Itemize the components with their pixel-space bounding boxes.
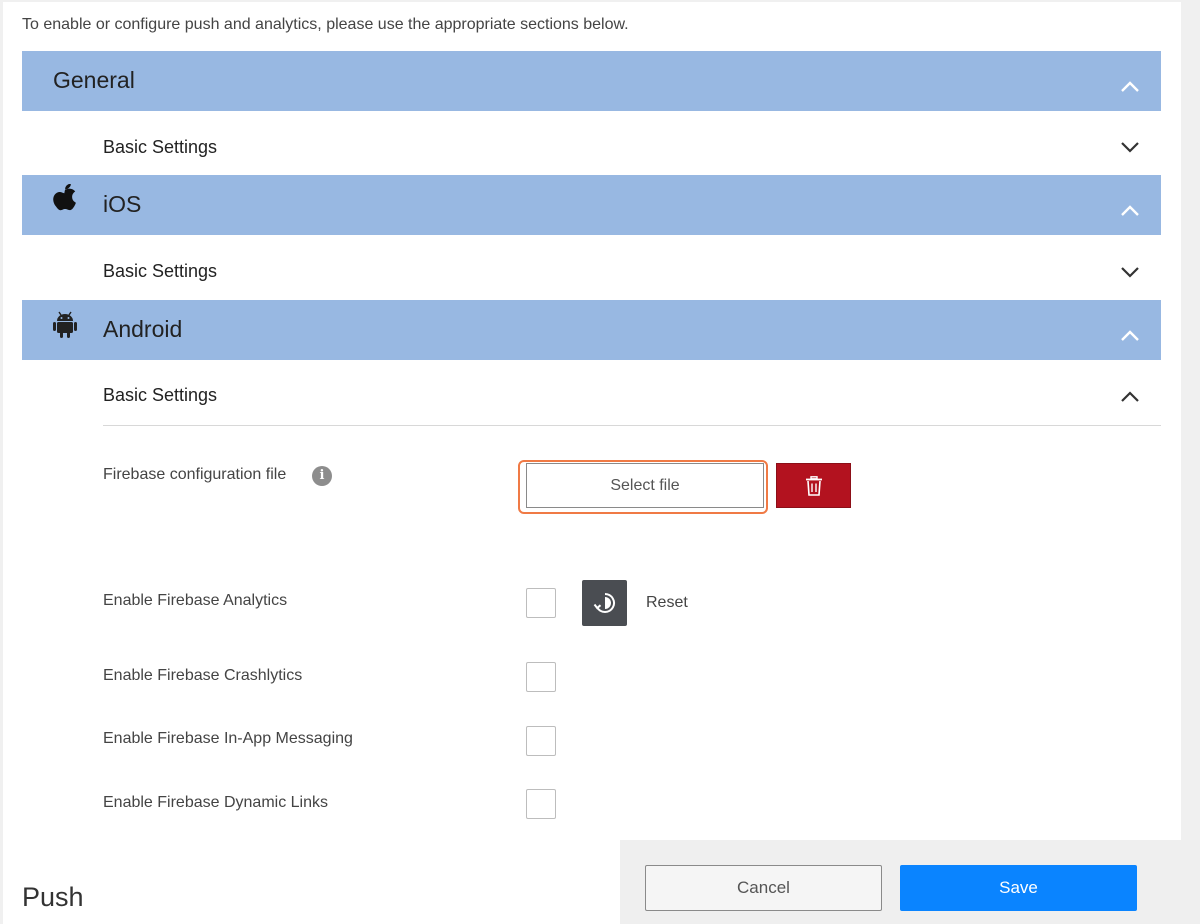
section-title-general: General xyxy=(53,67,135,93)
crashlytics-checkbox[interactable] xyxy=(526,662,556,692)
chevron-down-icon[interactable] xyxy=(1120,266,1140,278)
analytics-checkbox[interactable] xyxy=(526,588,556,618)
intro-text: To enable or configure push and analytic… xyxy=(22,16,629,33)
sub-row-label: Basic Settings xyxy=(103,261,218,281)
chevron-up-icon[interactable] xyxy=(1120,391,1140,403)
inapp-messaging-label: Enable Firebase In-App Messaging xyxy=(103,730,353,747)
android-icon xyxy=(53,311,77,338)
divider xyxy=(103,425,1161,426)
reset-icon xyxy=(593,593,615,613)
section-title-android: Android xyxy=(103,316,183,342)
dynamic-links-checkbox[interactable] xyxy=(526,789,556,819)
analytics-label: Enable Firebase Analytics xyxy=(103,592,288,609)
section-header-ios[interactable]: iOS xyxy=(22,175,1161,235)
apple-icon xyxy=(53,184,76,211)
crashlytics-label: Enable Firebase Crashlytics xyxy=(103,667,303,684)
section-title-ios: iOS xyxy=(103,191,142,217)
sub-row-android-basic-settings[interactable]: Basic Settings xyxy=(103,362,1161,422)
reset-button[interactable] xyxy=(582,580,627,626)
dynamic-links-label: Enable Firebase Dynamic Links xyxy=(103,794,328,811)
info-icon[interactable]: i xyxy=(312,466,332,486)
section-header-android[interactable]: Android xyxy=(22,300,1161,360)
trash-icon xyxy=(805,475,822,496)
select-file-button[interactable]: Select file xyxy=(526,463,764,508)
chevron-down-icon[interactable] xyxy=(1120,141,1140,153)
sub-row-general-basic-settings[interactable]: Basic Settings xyxy=(103,114,1161,174)
chevron-up-icon[interactable] xyxy=(1120,81,1140,93)
chevron-up-icon[interactable] xyxy=(1120,330,1140,342)
delete-file-button[interactable] xyxy=(776,463,851,508)
sub-row-label: Basic Settings xyxy=(103,385,218,405)
reset-label[interactable]: Reset xyxy=(646,594,688,612)
section-header-general[interactable]: General xyxy=(22,51,1161,111)
cancel-button[interactable]: Cancel xyxy=(645,865,882,911)
save-button[interactable]: Save xyxy=(900,865,1137,911)
firebase-config-label: Firebase configuration file xyxy=(103,466,287,483)
chevron-up-icon[interactable] xyxy=(1120,205,1140,217)
sub-row-label: Basic Settings xyxy=(103,137,218,157)
inapp-messaging-checkbox[interactable] xyxy=(526,726,556,756)
push-heading: Push xyxy=(22,882,84,912)
sub-row-ios-basic-settings[interactable]: Basic Settings xyxy=(103,238,1161,298)
